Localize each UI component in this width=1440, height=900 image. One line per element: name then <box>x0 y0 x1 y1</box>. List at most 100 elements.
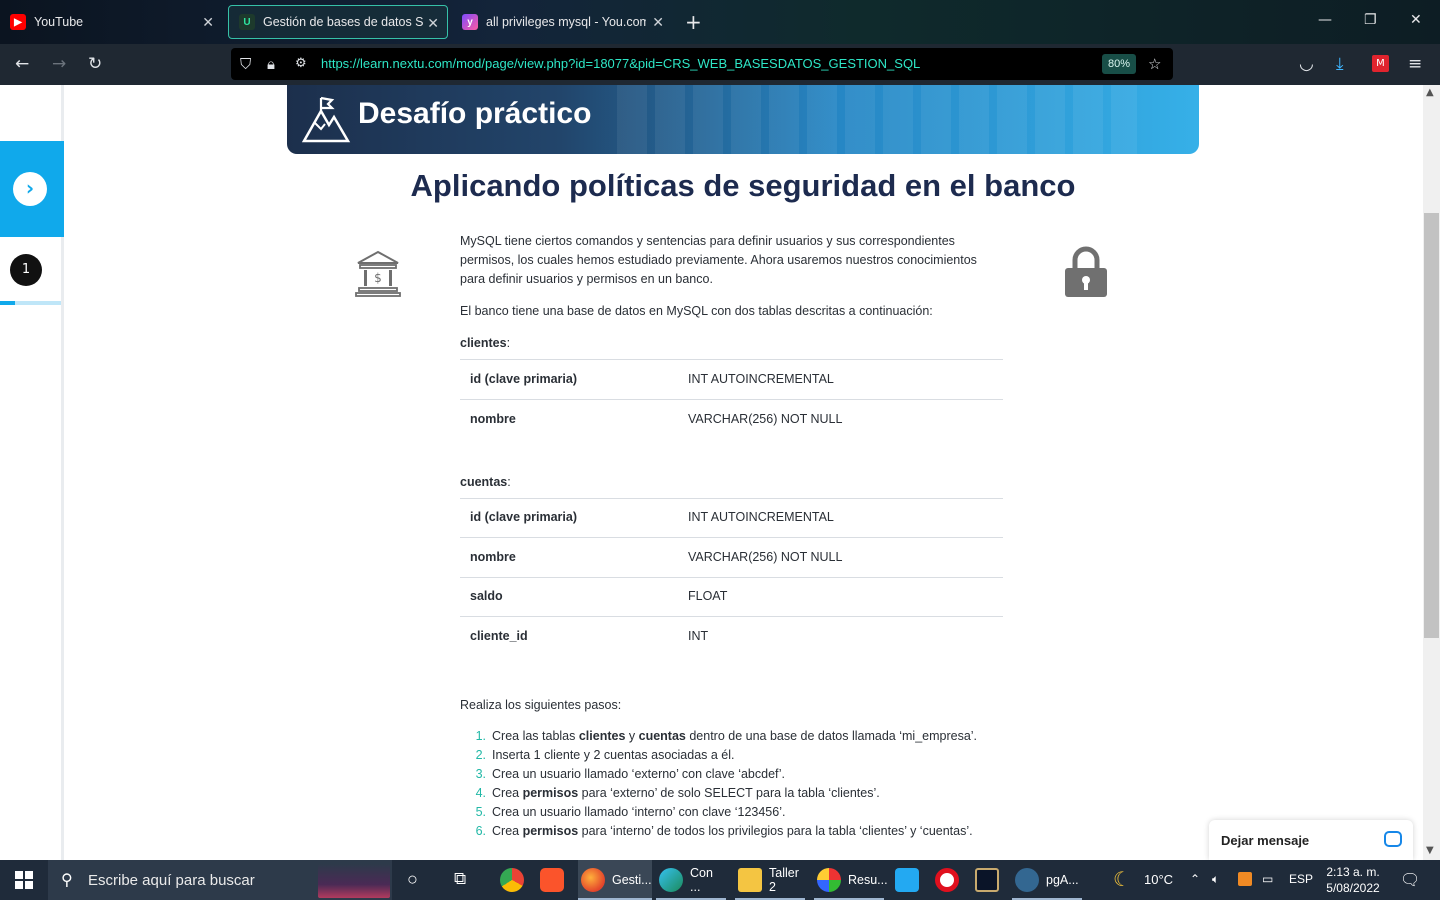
scroll-up-arrow-icon[interactable]: ▲ <box>1426 87 1434 98</box>
taskbar-app-pgadmin[interactable]: pgA... <box>1012 860 1082 900</box>
download-icon[interactable]: ⤓ <box>1336 54 1344 74</box>
action-center-icon[interactable]: 🗨︎ <box>1400 870 1420 890</box>
padlock-icon <box>1065 246 1107 297</box>
lock-icon[interactable]: 🔒︎ <box>267 55 275 73</box>
clock-time: 2:13 a. m. <box>1326 865 1380 879</box>
chrome-icon <box>500 868 524 892</box>
taskbar-app-label: Con ... <box>690 866 713 894</box>
taskbar-app-label: Resu... <box>848 873 888 887</box>
moon-weather-icon[interactable]: ☾ <box>1113 867 1131 892</box>
taskbar-app-label: pgA... <box>1046 873 1079 887</box>
weather-temperature[interactable]: 10°C <box>1144 872 1173 887</box>
network-icon[interactable]: ▭ <box>1262 872 1273 886</box>
search-placeholder[interactable]: Escribe aquí para buscar <box>88 872 255 889</box>
search-icon: ⚲ <box>61 872 73 889</box>
step-item: 1. Crea las tablas clientes y cuentas den… <box>460 727 1005 746</box>
lesson-text: MySQL tiene ciertos comandos y sentencia… <box>460 232 1005 841</box>
taskbar-search-box[interactable]: ⚲ Escribe aquí para buscar <box>48 860 392 900</box>
navigation-toolbar: ← → ↻ ⛉ 🔒︎ ⚙ https://learn.nextu.com/mod… <box>0 44 1440 85</box>
chat-label: Dejar mensaje <box>1221 833 1310 848</box>
bookmark-star-icon[interactable]: ☆ <box>1148 55 1161 73</box>
scroll-down-arrow-icon[interactable]: ▼ <box>1426 845 1434 856</box>
menu-hamburger-icon[interactable]: ≡ <box>1408 54 1422 74</box>
taskbar-app-edge[interactable]: Con ... <box>656 860 726 900</box>
address-bar[interactable]: ⛉ 🔒︎ ⚙ https://learn.nextu.com/mod/page/… <box>231 48 1173 80</box>
language-indicator[interactable]: ESP <box>1289 872 1313 886</box>
chat-bubble-icon[interactable] <box>1384 831 1402 847</box>
chrome-taskbar-button[interactable] <box>500 860 531 900</box>
task-view-icon[interactable]: ⧉ <box>454 869 466 889</box>
back-arrow-icon[interactable]: ← <box>15 54 29 74</box>
brave-taskbar-button[interactable] <box>540 860 571 900</box>
table-row: saldo FLOAT <box>460 576 1003 617</box>
paint-icon <box>817 868 841 892</box>
youcom-icon: y <box>462 14 478 30</box>
url-text[interactable]: https://learn.nextu.com/mod/page/view.ph… <box>321 56 920 71</box>
scrollbar-thumb[interactable] <box>1424 213 1439 638</box>
page-scrollbar[interactable]: ▲ ▼ <box>1423 85 1440 860</box>
cortana-icon[interactable]: ○ <box>407 869 418 890</box>
label-colon: : <box>506 336 511 350</box>
taskbar-app-firefox[interactable]: Gesti... <box>578 860 652 900</box>
taskbar-app-label: Gesti... <box>612 873 652 887</box>
step-item: 2. Inserta 1 cliente y 2 cuentas asociada… <box>460 746 1005 765</box>
notification-app-icon[interactable] <box>1238 872 1252 886</box>
chat-widget[interactable]: Dejar mensaje <box>1209 820 1413 860</box>
tab-nextu[interactable]: U Gestión de bases de datos SQL: ✕ <box>228 5 448 39</box>
steps-intro: Realiza los siguientes pasos: <box>460 698 622 712</box>
step-text: cuentas <box>638 729 686 743</box>
field-name-cell: id (clave primaria) <box>460 359 688 399</box>
tab-youcom[interactable]: y all privileges mysql - You.com | ✕ <box>452 5 672 39</box>
close-tab-icon[interactable]: ✕ <box>202 14 214 31</box>
forward-arrow-icon[interactable]: → <box>52 54 66 74</box>
lol-taskbar-button[interactable] <box>975 860 1006 900</box>
shield-icon[interactable]: ⛉ <box>240 55 251 73</box>
pgadmin-icon <box>1015 868 1039 892</box>
speaker-icon[interactable]: 🔈︎ <box>1212 872 1219 887</box>
sidebar-toggle-panel[interactable]: › <box>0 141 64 237</box>
opera-icon <box>935 868 959 892</box>
close-window-button[interactable]: ✕ <box>1410 12 1422 28</box>
step-text: Crea las tablas <box>492 729 579 743</box>
windows-start-icon[interactable] <box>15 871 33 889</box>
field-name-cell: cliente_id <box>460 616 688 656</box>
step-number-badge[interactable]: 1 <box>10 254 42 286</box>
close-tab-icon[interactable]: ✕ <box>652 14 664 31</box>
field-name-cell: nombre <box>460 537 688 577</box>
extension-icon[interactable]: M <box>1372 55 1389 72</box>
minimize-button[interactable]: — <box>1318 12 1332 28</box>
permissions-icon[interactable]: ⚙ <box>295 56 307 71</box>
lesson-sidebar: › 1 <box>0 85 64 860</box>
league-icon <box>975 868 999 892</box>
chevron-up-icon[interactable]: ⌃ <box>1190 872 1200 886</box>
opera-taskbar-button[interactable] <box>935 860 966 900</box>
step-item: 5. Crea un usuario llamado ‘interno’ con … <box>460 803 1005 822</box>
taskbar-app-label: Taller 2 <box>769 866 799 894</box>
new-tab-button[interactable]: + <box>685 10 702 34</box>
maximize-button[interactable]: ❐ <box>1364 12 1377 28</box>
system-clock[interactable]: 2:13 a. m. 5/08/2022 <box>1322 864 1384 896</box>
step-number: 5. <box>475 805 486 819</box>
zoom-level-badge[interactable]: 80% <box>1102 54 1137 74</box>
vscode-icon <box>895 868 919 892</box>
field-type-cell: VARCHAR(256) NOT NULL <box>688 398 1003 439</box>
step-text: permisos <box>522 824 579 838</box>
windows-taskbar: ⚲ Escribe aquí para buscar ○ ⧉ Gesti... … <box>0 860 1440 900</box>
taskbar-app-folder[interactable]: Taller 2 <box>735 860 805 900</box>
steps-list: 1. Crea las tablas clientes y cuentas den… <box>460 727 1005 841</box>
pocket-icon[interactable]: ◡ <box>1299 54 1314 74</box>
chevron-right-icon[interactable]: › <box>13 172 47 206</box>
step-text: Crea un usuario llamado ‘externo’ con cl… <box>492 767 785 781</box>
field-name-cell: id (clave primaria) <box>460 497 688 538</box>
taskbar-app-paint[interactable]: Resu... <box>814 860 888 900</box>
challenge-banner: Desafío práctico <box>287 85 1199 154</box>
vscode-taskbar-button[interactable] <box>895 860 926 900</box>
tab-youtube[interactable]: ▶ YouTube ✕ <box>0 5 222 39</box>
close-tab-icon[interactable]: ✕ <box>427 15 439 32</box>
step-number: 6. <box>475 824 486 838</box>
table-row: cliente_id INT <box>460 616 1003 656</box>
banner-keyboard-image <box>617 85 1137 154</box>
step-number: 3. <box>475 767 486 781</box>
table-row: nombre VARCHAR(256) NOT NULL <box>460 537 1003 577</box>
reload-icon[interactable]: ↻ <box>88 54 102 74</box>
